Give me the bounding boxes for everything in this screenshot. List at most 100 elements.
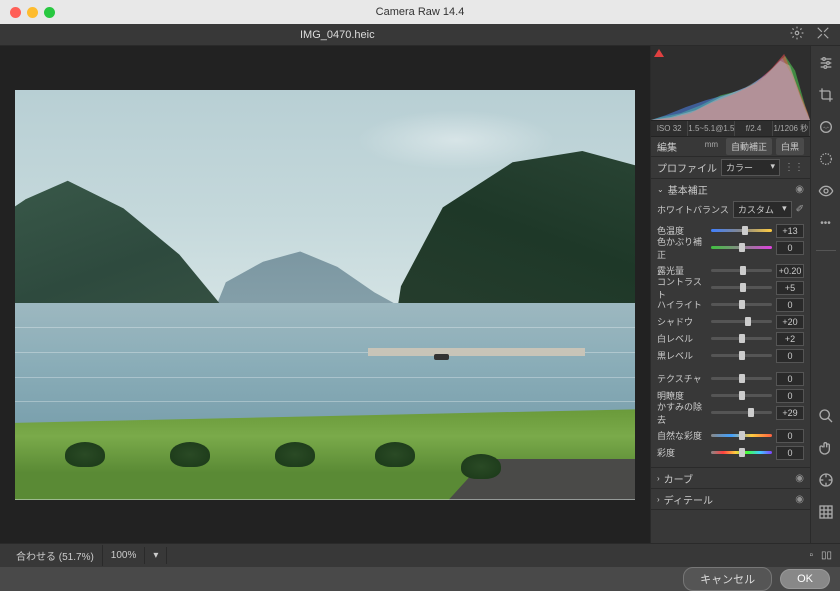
slider-thumb[interactable]: [739, 448, 745, 457]
titlebar: Camera Raw 14.4: [0, 0, 840, 24]
settings-icon[interactable]: [790, 26, 804, 43]
hand-tool-icon[interactable]: [817, 439, 835, 457]
slider-value[interactable]: +5: [776, 281, 804, 295]
slider-value[interactable]: 0: [776, 298, 804, 312]
slider-thumb[interactable]: [739, 374, 745, 383]
slider-value[interactable]: +29: [776, 406, 804, 420]
slider-コントラスト[interactable]: コントラスト+5: [657, 279, 804, 296]
slider-label: 彩度: [657, 446, 707, 459]
slider-track[interactable]: [711, 286, 772, 289]
slider-かすみの除去[interactable]: かすみの除去+29: [657, 404, 804, 421]
section-curve-header[interactable]: › カーブ ◉: [651, 468, 810, 488]
slider-thumb[interactable]: [739, 334, 745, 343]
slider-track[interactable]: [711, 411, 772, 414]
cancel-button[interactable]: キャンセル: [683, 567, 772, 591]
heal-tool-icon[interactable]: [817, 118, 835, 136]
slider-value[interactable]: 0: [776, 349, 804, 363]
zoom-tool-icon[interactable]: [817, 407, 835, 425]
bw-button[interactable]: 白黒: [776, 138, 804, 155]
slider-thumb[interactable]: [739, 300, 745, 309]
redeye-tool-icon[interactable]: [817, 182, 835, 200]
edit-tool-icon[interactable]: [817, 54, 835, 72]
slider-黒レベル[interactable]: 黒レベル 0: [657, 347, 804, 364]
crop-tool-icon[interactable]: [817, 86, 835, 104]
slider-テクスチャ[interactable]: テクスチャ0: [657, 370, 804, 387]
slider-track[interactable]: [711, 451, 772, 454]
section-basic-header[interactable]: ⌄ 基本補正 ◉: [651, 179, 810, 199]
slider-track[interactable]: [711, 394, 772, 397]
chevron-down-icon: ⌄: [657, 185, 664, 194]
more-icon[interactable]: •••: [817, 214, 835, 232]
slider-thumb[interactable]: [742, 226, 748, 235]
slider-thumb[interactable]: [739, 243, 745, 252]
slider-track[interactable]: [711, 269, 772, 272]
profile-grid-icon[interactable]: ⋮⋮: [784, 162, 804, 173]
slider-thumb[interactable]: [745, 317, 751, 326]
slider-track[interactable]: [711, 229, 772, 232]
minimize-window[interactable]: [27, 7, 38, 18]
slider-value[interactable]: 0: [776, 241, 804, 255]
slider-value[interactable]: 0: [776, 372, 804, 386]
slider-value[interactable]: 0: [776, 429, 804, 443]
compare-icon[interactable]: ▯▯: [821, 550, 832, 561]
slider-track[interactable]: [711, 377, 772, 380]
slider-track[interactable]: [711, 354, 772, 357]
slider-label: 白レベル: [657, 332, 707, 345]
grid-tool-icon[interactable]: [817, 503, 835, 521]
maximize-window[interactable]: [44, 7, 55, 18]
top-row: IMG_0470.heic: [0, 24, 840, 46]
slider-thumb[interactable]: [740, 266, 746, 275]
section-detail-header[interactable]: › ディテール ◉: [651, 489, 810, 509]
before-after-icon[interactable]: ▫: [809, 550, 813, 561]
section-title: ディテール: [664, 492, 713, 507]
clipping-warning-icon[interactable]: [654, 49, 664, 57]
auto-button[interactable]: 自動補正: [726, 138, 772, 155]
profile-select[interactable]: カラー▾: [721, 159, 780, 176]
eye-icon[interactable]: ◉: [795, 494, 804, 505]
slider-thumb[interactable]: [739, 431, 745, 440]
sampler-tool-icon[interactable]: [817, 471, 835, 489]
footer: キャンセル OK: [0, 567, 840, 591]
eyedropper-icon[interactable]: ✐: [796, 204, 804, 215]
slider-thumb[interactable]: [740, 283, 746, 292]
slider-自然な彩度[interactable]: 自然な彩度0: [657, 427, 804, 444]
slider-track[interactable]: [711, 434, 772, 437]
mask-tool-icon[interactable]: [817, 150, 835, 168]
zoom-100[interactable]: 100%: [103, 547, 146, 564]
slider-thumb[interactable]: [748, 408, 754, 417]
slider-value[interactable]: +13: [776, 224, 804, 238]
ok-button[interactable]: OK: [780, 569, 830, 589]
app-title: Camera Raw 14.4: [376, 6, 465, 18]
slider-value[interactable]: +0.20: [776, 264, 804, 278]
close-window[interactable]: [10, 7, 21, 18]
slider-track[interactable]: [711, 320, 772, 323]
slider-track[interactable]: [711, 246, 772, 249]
image-canvas[interactable]: [0, 46, 650, 543]
histogram[interactable]: [651, 46, 810, 121]
slider-value[interactable]: +2: [776, 332, 804, 346]
slider-シャドウ[interactable]: シャドウ+20: [657, 313, 804, 330]
slider-track[interactable]: [711, 303, 772, 306]
slider-label: ハイライト: [657, 298, 707, 311]
slider-track[interactable]: [711, 337, 772, 340]
slider-label: 黒レベル: [657, 349, 707, 362]
zoom-fit[interactable]: 合わせる (51.7%): [8, 545, 103, 566]
slider-value[interactable]: +20: [776, 315, 804, 329]
eye-icon[interactable]: ◉: [795, 473, 804, 484]
slider-thumb[interactable]: [739, 391, 745, 400]
zoom-dropdown-icon[interactable]: ▾: [145, 547, 167, 564]
slider-彩度[interactable]: 彩度 0: [657, 444, 804, 461]
tool-strip: •••: [810, 46, 840, 543]
slider-色かぶり補正[interactable]: 色かぶり補正0: [657, 239, 804, 256]
chevron-right-icon: ›: [657, 474, 660, 483]
bottom-bar: 合わせる (51.7%) 100% ▾ ▫ ▯▯: [0, 543, 840, 567]
fullscreen-icon[interactable]: [816, 26, 830, 43]
slider-value[interactable]: 0: [776, 389, 804, 403]
slider-ハイライト[interactable]: ハイライト 0: [657, 296, 804, 313]
edit-label: 編集: [657, 139, 722, 154]
slider-value[interactable]: 0: [776, 446, 804, 460]
slider-白レベル[interactable]: 白レベル +2: [657, 330, 804, 347]
eye-icon[interactable]: ◉: [795, 184, 804, 195]
wb-select[interactable]: カスタム▾: [733, 201, 792, 218]
slider-thumb[interactable]: [739, 351, 745, 360]
